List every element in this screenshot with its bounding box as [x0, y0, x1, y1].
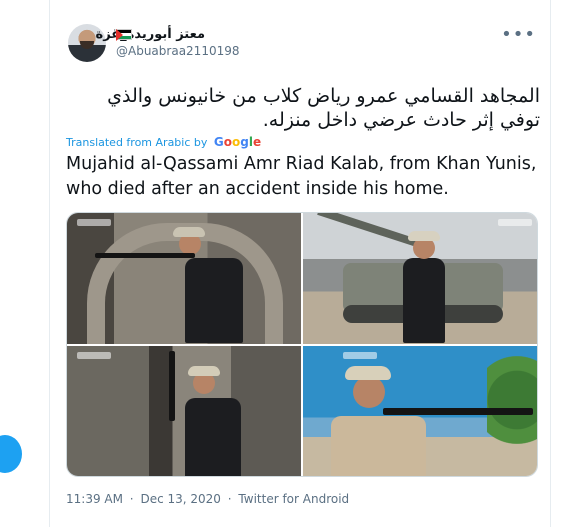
- rifle: [95, 253, 195, 258]
- google-logo[interactable]: Google: [214, 135, 261, 149]
- fighter-figure: [185, 397, 241, 476]
- photo-doorway-rifle[interactable]: [67, 345, 301, 476]
- fighter-hat: [173, 227, 205, 237]
- watermark: [77, 219, 111, 226]
- separator: ·: [227, 492, 232, 506]
- compose-tweet-button[interactable]: [0, 435, 22, 473]
- tweet-time[interactable]: 11:39 AM: [66, 492, 123, 506]
- watermark: [498, 219, 532, 226]
- fighter-hat: [345, 365, 391, 380]
- separator: ·: [129, 492, 134, 506]
- rifle: [169, 350, 175, 421]
- fighter-hat: [188, 365, 220, 376]
- watermark: [343, 351, 377, 359]
- fighter-figure: [403, 258, 445, 343]
- page: معتز أبوريدة_غزة @Abuabraa2110198 ••• ال…: [0, 0, 574, 527]
- translated-text-line: Mujahid al-Qassami Amr Riad Kalab, from …: [66, 154, 537, 174]
- media-grid: [66, 212, 538, 477]
- tweet-card[interactable]: معتز أبوريدة_غزة @Abuabraa2110198 ••• ال…: [49, 0, 551, 527]
- watermark: [77, 351, 111, 359]
- photo-tunnel-rifle[interactable]: [67, 213, 301, 344]
- tweet-text: المجاهد القسامي عمرو رياض كلاب من خانيون…: [66, 84, 540, 132]
- tweet-date[interactable]: Dec 13, 2020: [140, 492, 220, 506]
- translated-text-line: who died after an accident inside his ho…: [66, 179, 449, 199]
- translated-text: Mujahid al-Qassami Amr Riad Kalab, from …: [66, 152, 546, 202]
- photo-tank[interactable]: [303, 213, 537, 344]
- fighter-figure: [331, 415, 426, 476]
- tweet-text-line: المجاهد القسامي عمرو رياض كلاب من خانيون…: [107, 85, 540, 107]
- author-display-name[interactable]: معتز أبوريدة_غزة: [96, 27, 205, 42]
- fighter-figure: [185, 258, 243, 343]
- tank-gun: [317, 213, 425, 249]
- tweet-text-line: توفي إثر حادث عرضي داخل منزله.: [262, 109, 540, 131]
- photo-outdoor-rifle[interactable]: [303, 345, 537, 476]
- fighter-hat: [408, 231, 440, 241]
- avatar-beard: [80, 41, 94, 49]
- author-handle[interactable]: @Abuabraa2110198: [116, 44, 240, 58]
- palestine-flag-icon: [116, 29, 132, 41]
- fighter-head: [353, 375, 385, 408]
- translated-from-label: Translated from Arabic by: [66, 136, 208, 149]
- translation-attribution: Translated from Arabic by Google: [66, 135, 261, 149]
- tweet-source[interactable]: Twitter for Android: [238, 492, 349, 506]
- more-horizontal-icon[interactable]: •••: [501, 26, 536, 44]
- rifle: [383, 407, 533, 415]
- tweet-meta: 11:39 AM · Dec 13, 2020 · Twitter for An…: [66, 492, 349, 506]
